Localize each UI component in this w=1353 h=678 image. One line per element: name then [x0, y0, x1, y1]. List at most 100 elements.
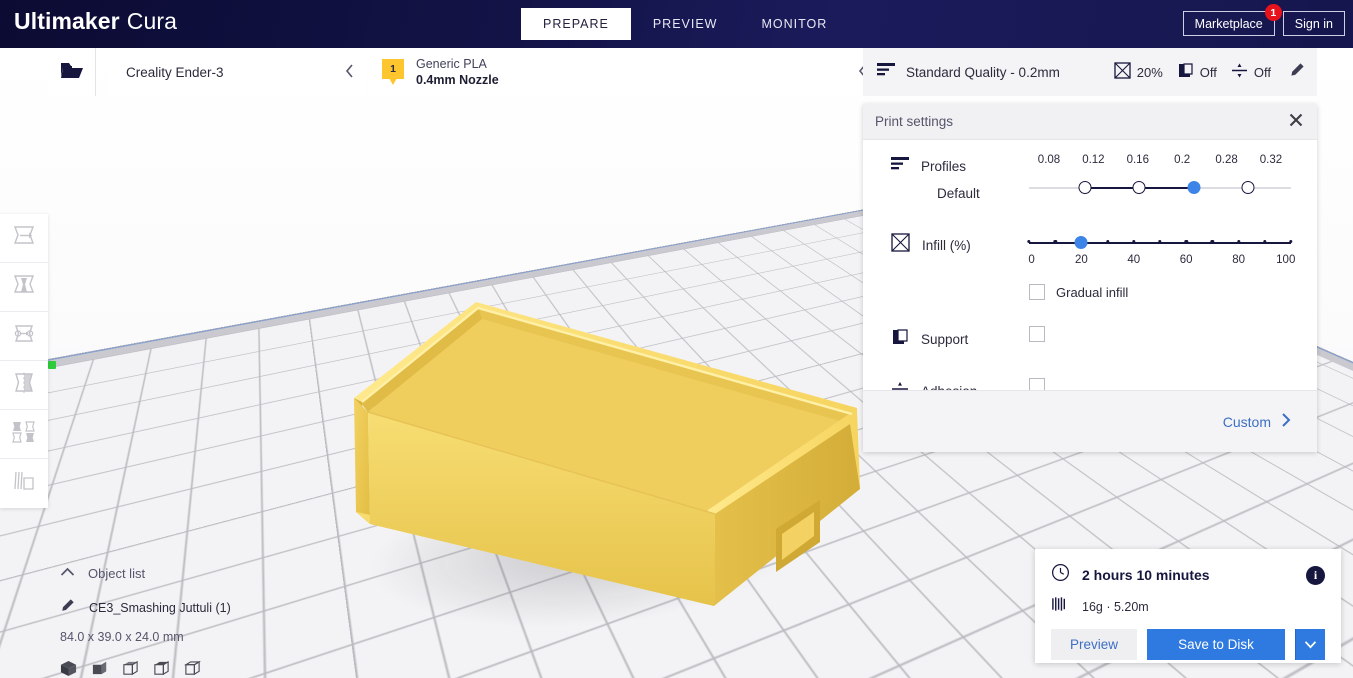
infill-slider[interactable]: [1027, 235, 1293, 251]
view-mode-icons: [60, 660, 231, 678]
right-view-icon[interactable]: [183, 660, 202, 678]
support-label-group: Support: [891, 326, 1029, 351]
layer-height-icon: [877, 62, 895, 82]
profiles-handle-3[interactable]: [1241, 181, 1255, 194]
rotate-icon: [11, 322, 37, 351]
support-checkbox[interactable]: [1029, 326, 1045, 342]
infill-summary: 20%: [1114, 62, 1163, 82]
object-list-toggle[interactable]: Object list: [60, 564, 231, 582]
infill-label-20: 20: [1074, 254, 1088, 266]
profiles-label: Profiles: [921, 158, 967, 174]
machine-material-bar: Creality Ender-3 1 Generic PLA 0.4mm Noz…: [48, 48, 879, 96]
support-row: Support: [863, 326, 1317, 351]
pencil-icon[interactable]: [1289, 62, 1305, 83]
save-to-disk-button[interactable]: Save to Disk: [1147, 629, 1285, 660]
sidebar-item-move-tool[interactable]: [0, 214, 48, 263]
scale-icon: [11, 273, 37, 302]
profiles-handle-0[interactable]: [1078, 181, 1092, 194]
infill-label-80: 80: [1232, 254, 1245, 266]
tab-prepare[interactable]: PREPARE: [521, 8, 631, 40]
profile-tick-3: 0.2: [1174, 154, 1191, 166]
marketplace-label: Marketplace: [1194, 16, 1263, 31]
left-view-icon[interactable]: [153, 660, 170, 678]
infill-icon: [891, 233, 910, 257]
adhesion-summary: Off: [1231, 62, 1271, 82]
gradual-infill-label: Gradual infill: [1056, 284, 1129, 300]
front-view-icon[interactable]: [91, 660, 108, 678]
filament-icon: [1051, 596, 1070, 617]
mirror-icon: [11, 371, 37, 400]
profiles-handle-1[interactable]: [1132, 181, 1146, 194]
sidebar-item-rotate-tool[interactable]: [0, 312, 48, 361]
marketplace-button[interactable]: Marketplace 1: [1182, 4, 1282, 36]
profiles-tick-labels: 0.08 0.12 0.16 0.2 0.28 0.32: [1029, 154, 1291, 166]
infill-row: Infill (%) 0 20 40 60 80 100 Gradual inf…: [863, 231, 1317, 300]
chevron-right-icon: [1281, 413, 1291, 430]
support-icon: [1177, 62, 1194, 82]
infill-label-100: 100: [1276, 254, 1296, 266]
profiles-handle-selected[interactable]: [1187, 181, 1201, 194]
support-label: Support: [921, 332, 969, 347]
layer-height-icon: [891, 156, 909, 176]
info-icon[interactable]: i: [1306, 565, 1325, 585]
infill-slider-handle[interactable]: [1074, 236, 1088, 249]
quality-profile-label: Standard Quality - 0.2mm: [906, 64, 1060, 80]
infill-label-60: 60: [1179, 254, 1193, 266]
print-settings-panel: Print settings Profiles 0.08 0.12 0.16 0…: [863, 104, 1317, 452]
close-icon[interactable]: [1287, 110, 1305, 133]
chevron-left-icon: [345, 63, 354, 81]
solid-view-icon[interactable]: [60, 660, 77, 678]
object-list-panel: Object list CE3_Smashing Juttuli (1) 84.…: [60, 564, 231, 678]
model-object-ce3-smashing-juttuli[interactable]: [352, 284, 862, 629]
support-blocker-icon: [11, 469, 37, 498]
preview-button[interactable]: Preview: [1051, 629, 1138, 660]
profiles-control: 0.08 0.12 0.16 0.2 0.28 0.32: [1029, 154, 1291, 199]
print-settings-footer: Custom: [863, 390, 1317, 452]
save-options-dropdown[interactable]: [1295, 629, 1325, 660]
support-control: [1029, 326, 1291, 342]
profile-tick-5: 0.32: [1259, 154, 1283, 166]
material-usage-row: 16g · 5.20m: [1051, 596, 1325, 617]
custom-button-label: Custom: [1222, 413, 1271, 430]
gradual-infill-checkbox[interactable]: [1029, 284, 1045, 300]
profiles-label-group: Profiles: [891, 154, 1029, 176]
object-dimensions: 84.0 x 39.0 x 24.0 mm: [60, 630, 184, 644]
support-summary: Off: [1177, 62, 1217, 82]
brand-light: Cura: [126, 8, 177, 34]
print-time-row: 2 hours 10 minutes i: [1051, 563, 1325, 587]
list-item[interactable]: CE3_Smashing Juttuli (1): [60, 598, 231, 618]
object-name: CE3_Smashing Juttuli (1): [89, 601, 231, 615]
open-file-button[interactable]: [48, 48, 96, 96]
open-folder-icon: [60, 60, 84, 85]
machine-selector[interactable]: Creality Ender-3: [108, 48, 366, 96]
per-model-settings-icon: [11, 420, 37, 449]
infill-tick-labels: 0 20 40 60 80 100: [1028, 254, 1295, 270]
material-text: Generic PLA 0.4mm Nozzle: [416, 56, 499, 88]
sidebar-item-mirror-tool[interactable]: [0, 361, 48, 410]
print-time-value: 2 hours 10 minutes: [1082, 567, 1210, 583]
print-settings-title: Print settings: [875, 114, 954, 129]
support-summary-value: Off: [1199, 64, 1217, 80]
top-view-icon[interactable]: [122, 660, 139, 678]
profiles-slider[interactable]: [1029, 177, 1291, 199]
extruder-number: 1: [382, 59, 404, 79]
sidebar-item-per-model-settings-tool[interactable]: [0, 410, 48, 459]
sign-in-label: Sign in: [1294, 16, 1333, 31]
sidebar-item-scale-tool[interactable]: [0, 263, 48, 312]
build-plate-origin-marker: [48, 361, 56, 369]
sidebar-item-support-blocker-tool[interactable]: [0, 459, 48, 508]
extruder-badge: 1: [382, 59, 404, 85]
sign-in-button[interactable]: Sign in: [1282, 11, 1345, 36]
material-selector[interactable]: 1 Generic PLA 0.4mm Nozzle: [368, 48, 879, 96]
print-info-card: 2 hours 10 minutes i 16g · 5.20m Preview…: [1035, 549, 1341, 663]
print-setup-summary-bar[interactable]: Standard Quality - 0.2mm 20% Off Off: [863, 48, 1317, 96]
tab-monitor[interactable]: MONITOR: [739, 8, 849, 40]
print-time-group: 2 hours 10 minutes: [1051, 563, 1210, 587]
profiles-default-label: Default: [937, 186, 980, 201]
infill-label-group: Infill (%): [891, 231, 1029, 257]
nozzle-size: 0.4mm Nozzle: [416, 73, 499, 87]
machine-name: Creality Ender-3: [126, 64, 224, 80]
custom-settings-button[interactable]: Custom: [1211, 406, 1297, 437]
tab-preview[interactable]: PREVIEW: [631, 8, 740, 40]
material-name: Generic PLA: [416, 57, 487, 71]
